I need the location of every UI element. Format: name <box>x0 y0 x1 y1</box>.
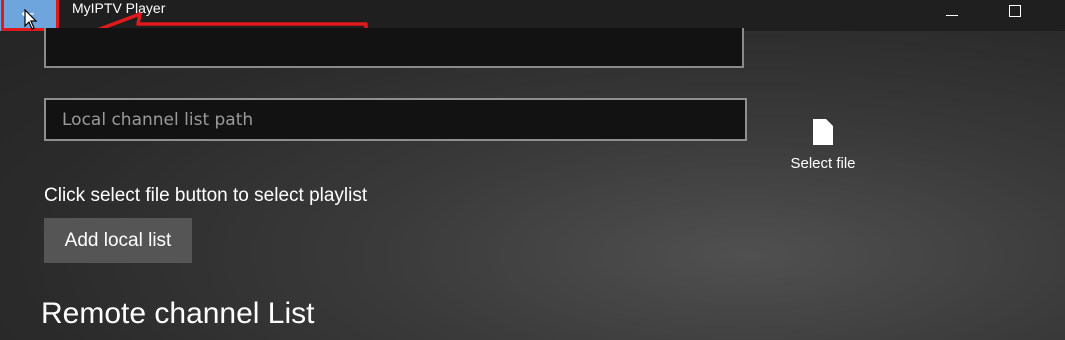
file-icon <box>813 119 833 145</box>
local-channel-list-path-input[interactable] <box>44 98 747 141</box>
maximize-icon <box>1009 5 1021 17</box>
back-arrow-icon: ← <box>21 3 35 23</box>
channel-list-input-top[interactable] <box>44 28 744 68</box>
minimize-button[interactable] <box>929 0 975 24</box>
back-button[interactable]: ← <box>0 0 56 31</box>
select-file-label: Select file <box>790 155 856 172</box>
add-local-list-button[interactable]: Add local list <box>44 218 192 263</box>
title-bar: ← MyIPTV Player <box>0 0 1065 31</box>
app-title: MyIPTV Player <box>72 0 166 16</box>
minimize-icon <box>946 14 958 16</box>
select-file-button[interactable]: Select file <box>780 114 866 176</box>
remote-channel-list-heading: Remote channel List <box>41 297 315 330</box>
maximize-button[interactable] <box>992 0 1038 24</box>
select-playlist-helper-text: Click select file button to select playl… <box>44 185 368 206</box>
